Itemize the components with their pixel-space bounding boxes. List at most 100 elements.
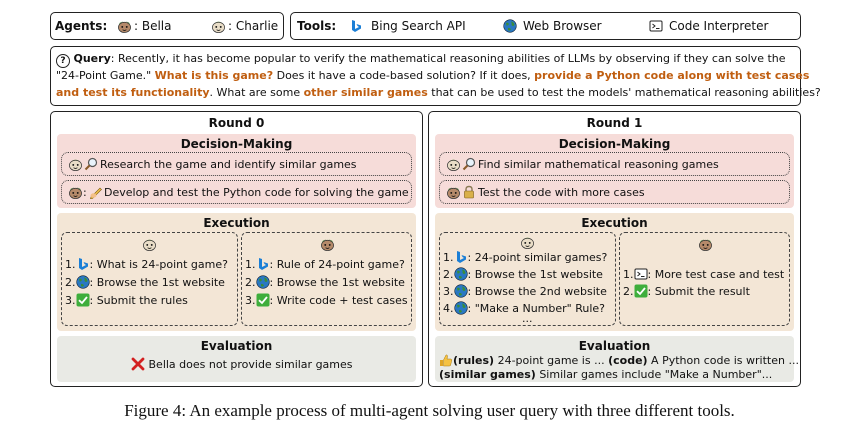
round-0-exec-charlie: 1. : What is 24-point game? 2. : Browse th… <box>61 232 238 326</box>
step-number: 3. <box>245 294 256 307</box>
round-1-evaluation-title: Evaluation <box>578 339 651 353</box>
bella-avatar-icon <box>446 185 461 199</box>
step-text: : Browse the 1st website <box>269 276 405 289</box>
round-1-box: Round 1 Decision-Making Find similar mat… <box>428 111 801 387</box>
query-highlight-1: What is this game? <box>154 69 274 82</box>
bella-avatar-icon <box>68 185 83 199</box>
query-label: Query <box>73 52 111 65</box>
step-text: : 24-point similar games? <box>467 251 608 264</box>
tool-bing-name: Bing Search API <box>371 19 466 33</box>
round-0-decision-2: : Develop and test the Python code for s… <box>61 180 412 204</box>
query-highlight-2: provide a Python code along with test ca… <box>534 69 810 82</box>
round-0-decision-2-text: Develop and test the Python code for sol… <box>104 186 409 199</box>
round-0-decision-1: Research the game and identify similar g… <box>61 152 412 176</box>
round-1-exec-charlie: 1. : 24-point similar games? 2. : Browse t… <box>439 232 616 326</box>
eval-tag: (code) <box>608 354 648 367</box>
tool-browser-name: Web Browser <box>523 19 602 33</box>
round-0-decision-panel: Decision-Making Research the game and id… <box>57 134 416 208</box>
step-number: 2. <box>65 276 76 289</box>
charlie-avatar-icon <box>446 157 461 171</box>
step-text: : "Make a Number" Rule? <box>467 302 606 315</box>
checkmark-icon <box>256 293 270 307</box>
checkmark-icon <box>634 284 648 298</box>
globe-icon <box>454 301 468 315</box>
step-text: : Rule of 24-point game? <box>269 258 405 271</box>
tool-interpreter-name: Code Interpreter <box>669 19 769 33</box>
step-text: : Browse the 1st website <box>89 276 225 289</box>
bing-icon <box>256 257 270 271</box>
step-text: : What is 24-point game? <box>89 258 228 271</box>
step-number: 1. <box>245 258 256 271</box>
colon-separator: : <box>83 186 87 199</box>
step-text: : More test case and test <box>647 268 785 281</box>
query-highlight-2b: and test its functionality <box>56 86 210 99</box>
step-text: : Submit the result <box>647 285 750 298</box>
globe-icon <box>256 275 270 289</box>
round-1-evaluation-line-2: (similar games) Similar games include "M… <box>439 367 772 382</box>
exec-step: 1. : More test case and test <box>623 267 784 282</box>
eval-tag: (rules) <box>453 354 495 367</box>
step-number: 1. <box>65 258 76 271</box>
bing-icon <box>454 250 468 264</box>
query-text-1: : Recently, it has become popular to ver… <box>110 52 786 65</box>
question-icon: ? <box>56 54 70 68</box>
checkmark-icon <box>76 293 90 307</box>
exec-step: 2.: Submit the result <box>623 284 750 299</box>
charlie-avatar-icon <box>68 157 83 171</box>
exec-step: 2. : Browse the 1st website <box>443 267 603 282</box>
agents-box: Agents: : Bella : Charlie <box>50 12 284 40</box>
eval-text: Similar games include "Make a Number"... <box>535 368 773 381</box>
step-number: 1. <box>623 268 634 281</box>
globe-icon <box>454 267 468 281</box>
bella-avatar-icon <box>117 19 132 33</box>
globe-icon <box>454 284 468 298</box>
magnifier-icon <box>84 157 98 171</box>
round-0-decision-1-text: Research the game and identify similar g… <box>100 158 357 171</box>
step-number: 4. <box>443 302 454 315</box>
round-0-execution-panel: Execution 1.: What is 24-point game? 2.:… <box>57 213 416 331</box>
step-number: 3. <box>65 294 76 307</box>
step-number: 1. <box>443 251 454 264</box>
charlie-avatar-icon <box>142 237 157 251</box>
thumbs-up-icon <box>439 353 453 367</box>
bing-icon <box>349 19 363 33</box>
step-number: 2. <box>245 276 256 289</box>
query-line-2: "24-Point Game." What is this game? Does… <box>56 68 809 83</box>
query-line-3: and test its functionality. What are som… <box>56 85 821 100</box>
query-line-1: ? Query: Recently, it has become popular… <box>56 51 786 68</box>
step-text: : Write code + test cases <box>269 294 408 307</box>
round-0-evaluation-line: Bella does not provide similar games <box>131 357 353 372</box>
round-0-title: Round 0 <box>208 116 265 130</box>
round-1-execution-panel: Execution 1. : 24-point similar games? 2.… <box>435 213 794 331</box>
globe-icon <box>503 19 517 33</box>
round-1-decision-panel: Decision-Making Find similar mathematica… <box>435 134 794 208</box>
step-text: : Browse the 1st website <box>467 268 603 281</box>
round-1-evaluation-line-1: (rules) 24-point game is ... (code) A Py… <box>439 353 799 368</box>
round-1-decision-2-text: Test the code with more cases <box>478 186 645 199</box>
round-1-execution-title: Execution <box>581 216 648 230</box>
exec-step: 1. : Rule of 24-point game? <box>245 257 405 272</box>
step-number: 3. <box>443 285 454 298</box>
round-1-decision-title: Decision-Making <box>558 137 671 151</box>
query-text-4: . What are some <box>209 86 304 99</box>
agent-charlie-name: : Charlie <box>228 19 279 33</box>
eval-text: 24-point game is ... <box>494 354 609 367</box>
tools-box: Tools: Bing Search API Web Browser Code … <box>290 12 801 40</box>
exec-step: 2. : Browse the 1st website <box>65 275 225 290</box>
writing-hand-icon <box>89 185 103 199</box>
round-1-title: Round 1 <box>586 116 643 130</box>
terminal-icon <box>649 19 663 33</box>
eval-text: A Python code is written ... <box>647 354 799 367</box>
bella-avatar-icon <box>320 237 335 251</box>
eval-tag: (similar games) <box>439 368 536 381</box>
bing-icon <box>76 257 90 271</box>
step-number: 2. <box>443 268 454 281</box>
magnifier-icon <box>462 157 476 171</box>
agents-label: Agents: <box>55 19 108 33</box>
round-0-evaluation-title: Evaluation <box>200 339 273 353</box>
exec-step: 2. : Browse the 1st website <box>245 275 405 290</box>
round-0-evaluation-text: Bella does not provide similar games <box>148 358 353 371</box>
query-highlight-3: other similar games <box>303 86 428 99</box>
round-1-evaluation-panel: Evaluation (rules) 24-point game is ... … <box>435 336 799 382</box>
exec-step: 1. : 24-point similar games? <box>443 250 607 265</box>
